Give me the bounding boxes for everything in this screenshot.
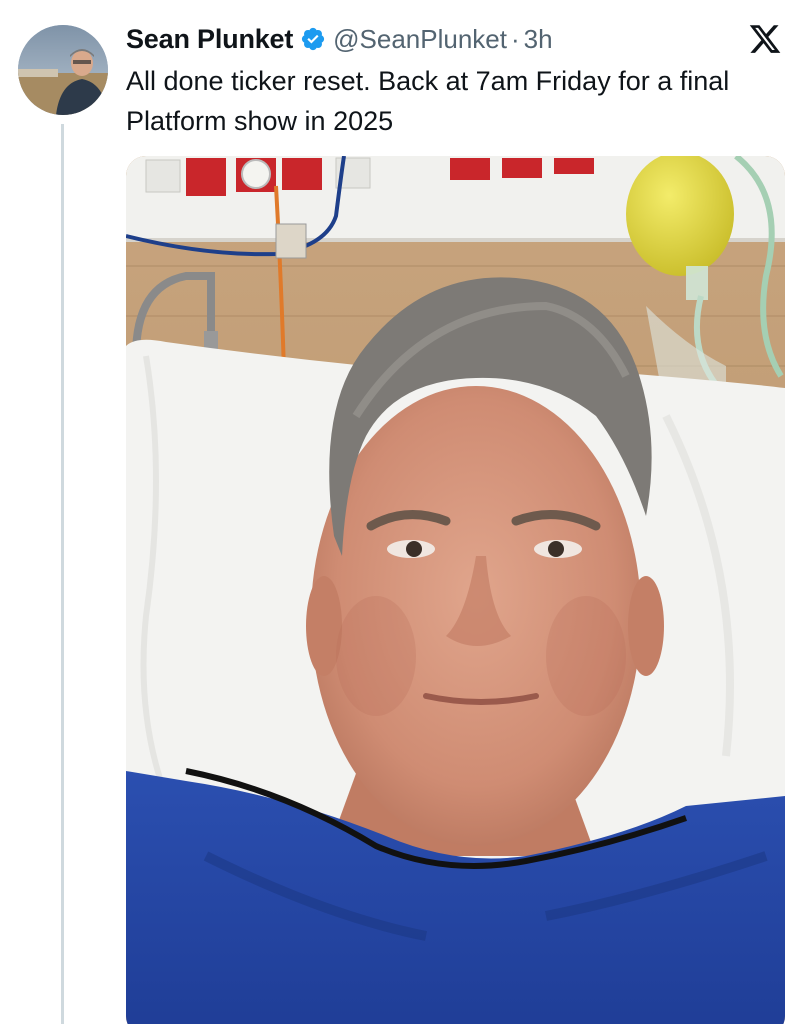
avatar[interactable] <box>18 25 108 115</box>
tweet[interactable]: Sean Plunket @SeanPlunket · 3h All done … <box>0 0 804 1024</box>
tweet-header: Sean Plunket @SeanPlunket · 3h <box>126 22 553 56</box>
separator-dot: · <box>511 23 520 54</box>
tweet-text: All done ticker reset. Back at 7am Frida… <box>126 66 730 136</box>
timestamp[interactable]: 3h <box>524 24 553 55</box>
tweet-photo[interactable] <box>126 156 785 1024</box>
x-logo-icon <box>748 22 782 56</box>
thread-connector-line <box>61 124 64 1024</box>
user-handle[interactable]: @SeanPlunket <box>333 24 507 55</box>
verified-badge-icon <box>300 26 326 52</box>
display-name[interactable]: Sean Plunket <box>126 24 293 55</box>
